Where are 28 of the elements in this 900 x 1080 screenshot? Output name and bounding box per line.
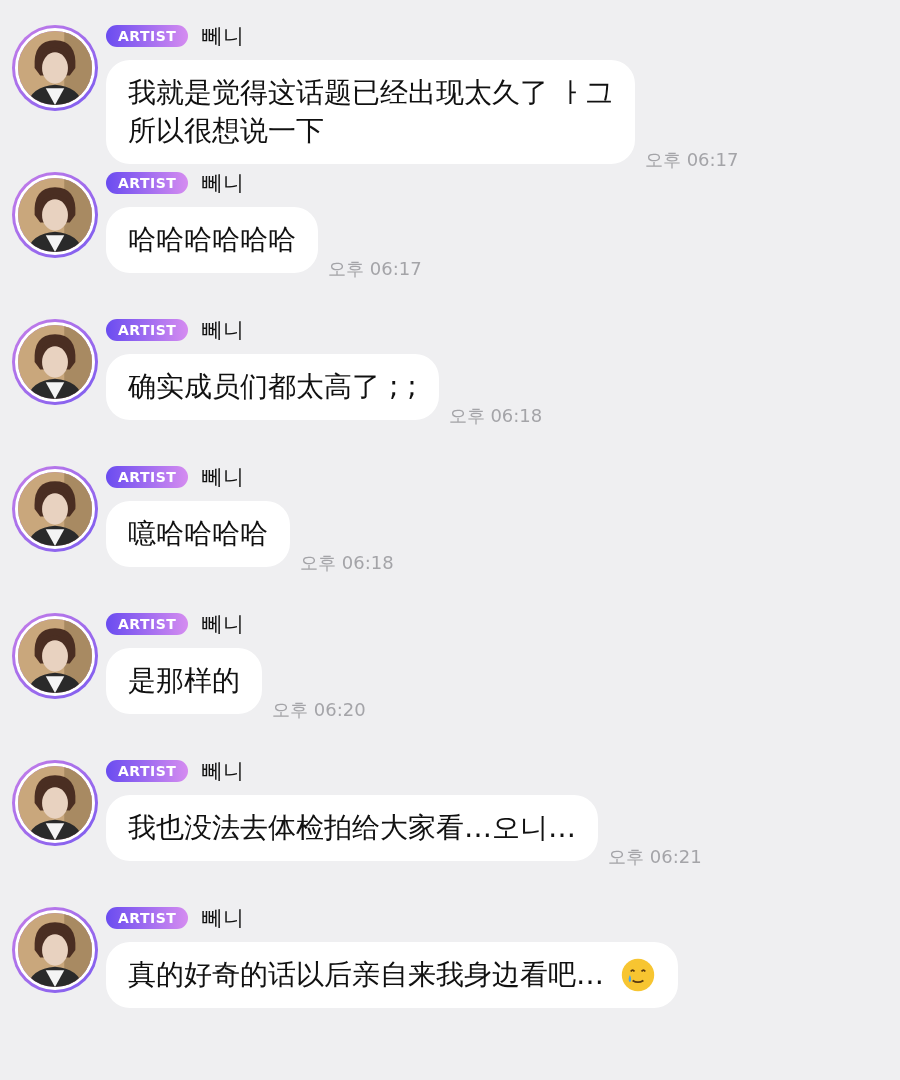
message-text: 是那样的 (128, 663, 240, 699)
message-text: 真的好奇的话以后亲自来我身边看吧… (128, 957, 604, 993)
artist-badge: ARTIST (106, 907, 189, 929)
message-time: 오후 06:17 (644, 148, 739, 172)
artist-badge: ARTIST (106, 466, 189, 488)
message-text: 哈哈哈哈哈哈 (128, 222, 296, 258)
message-text: 我就是觉得这话题已经出现太久了 ㅏ그 (128, 75, 613, 111)
artist-badge: ARTIST (106, 760, 189, 782)
sender-name: 뻬니 (202, 317, 245, 344)
message-time: 오후 06:21 (608, 845, 702, 869)
sender-name: 뻬니 (202, 758, 245, 785)
message-time: 오후 06:18 (300, 551, 394, 575)
artist-badge: ARTIST (106, 172, 189, 194)
sender-name: 뻬니 (202, 905, 245, 932)
message-text: 所以很想说一下 (128, 113, 325, 149)
message-time: 오후 06:17 (328, 257, 422, 281)
message-time: 오후 06:20 (272, 698, 366, 722)
sender-name: 뻬니 (202, 464, 245, 491)
sender-name: 뻬니 (202, 23, 245, 50)
artist-badge: ARTIST (106, 613, 189, 635)
message-text: 噫哈哈哈哈 (128, 516, 268, 552)
message-text: 确实成员们都太高了 ; ; (128, 369, 417, 405)
sender-name: 뻬니 (202, 611, 245, 638)
message-time: 오후 06:18 (448, 404, 543, 428)
message-text: 我也没法去体检拍给大家看…오니… (128, 810, 576, 846)
artist-badge: ARTIST (106, 25, 189, 47)
artist-badge: ARTIST (106, 319, 189, 341)
sender-name: 뻬니 (202, 170, 245, 197)
